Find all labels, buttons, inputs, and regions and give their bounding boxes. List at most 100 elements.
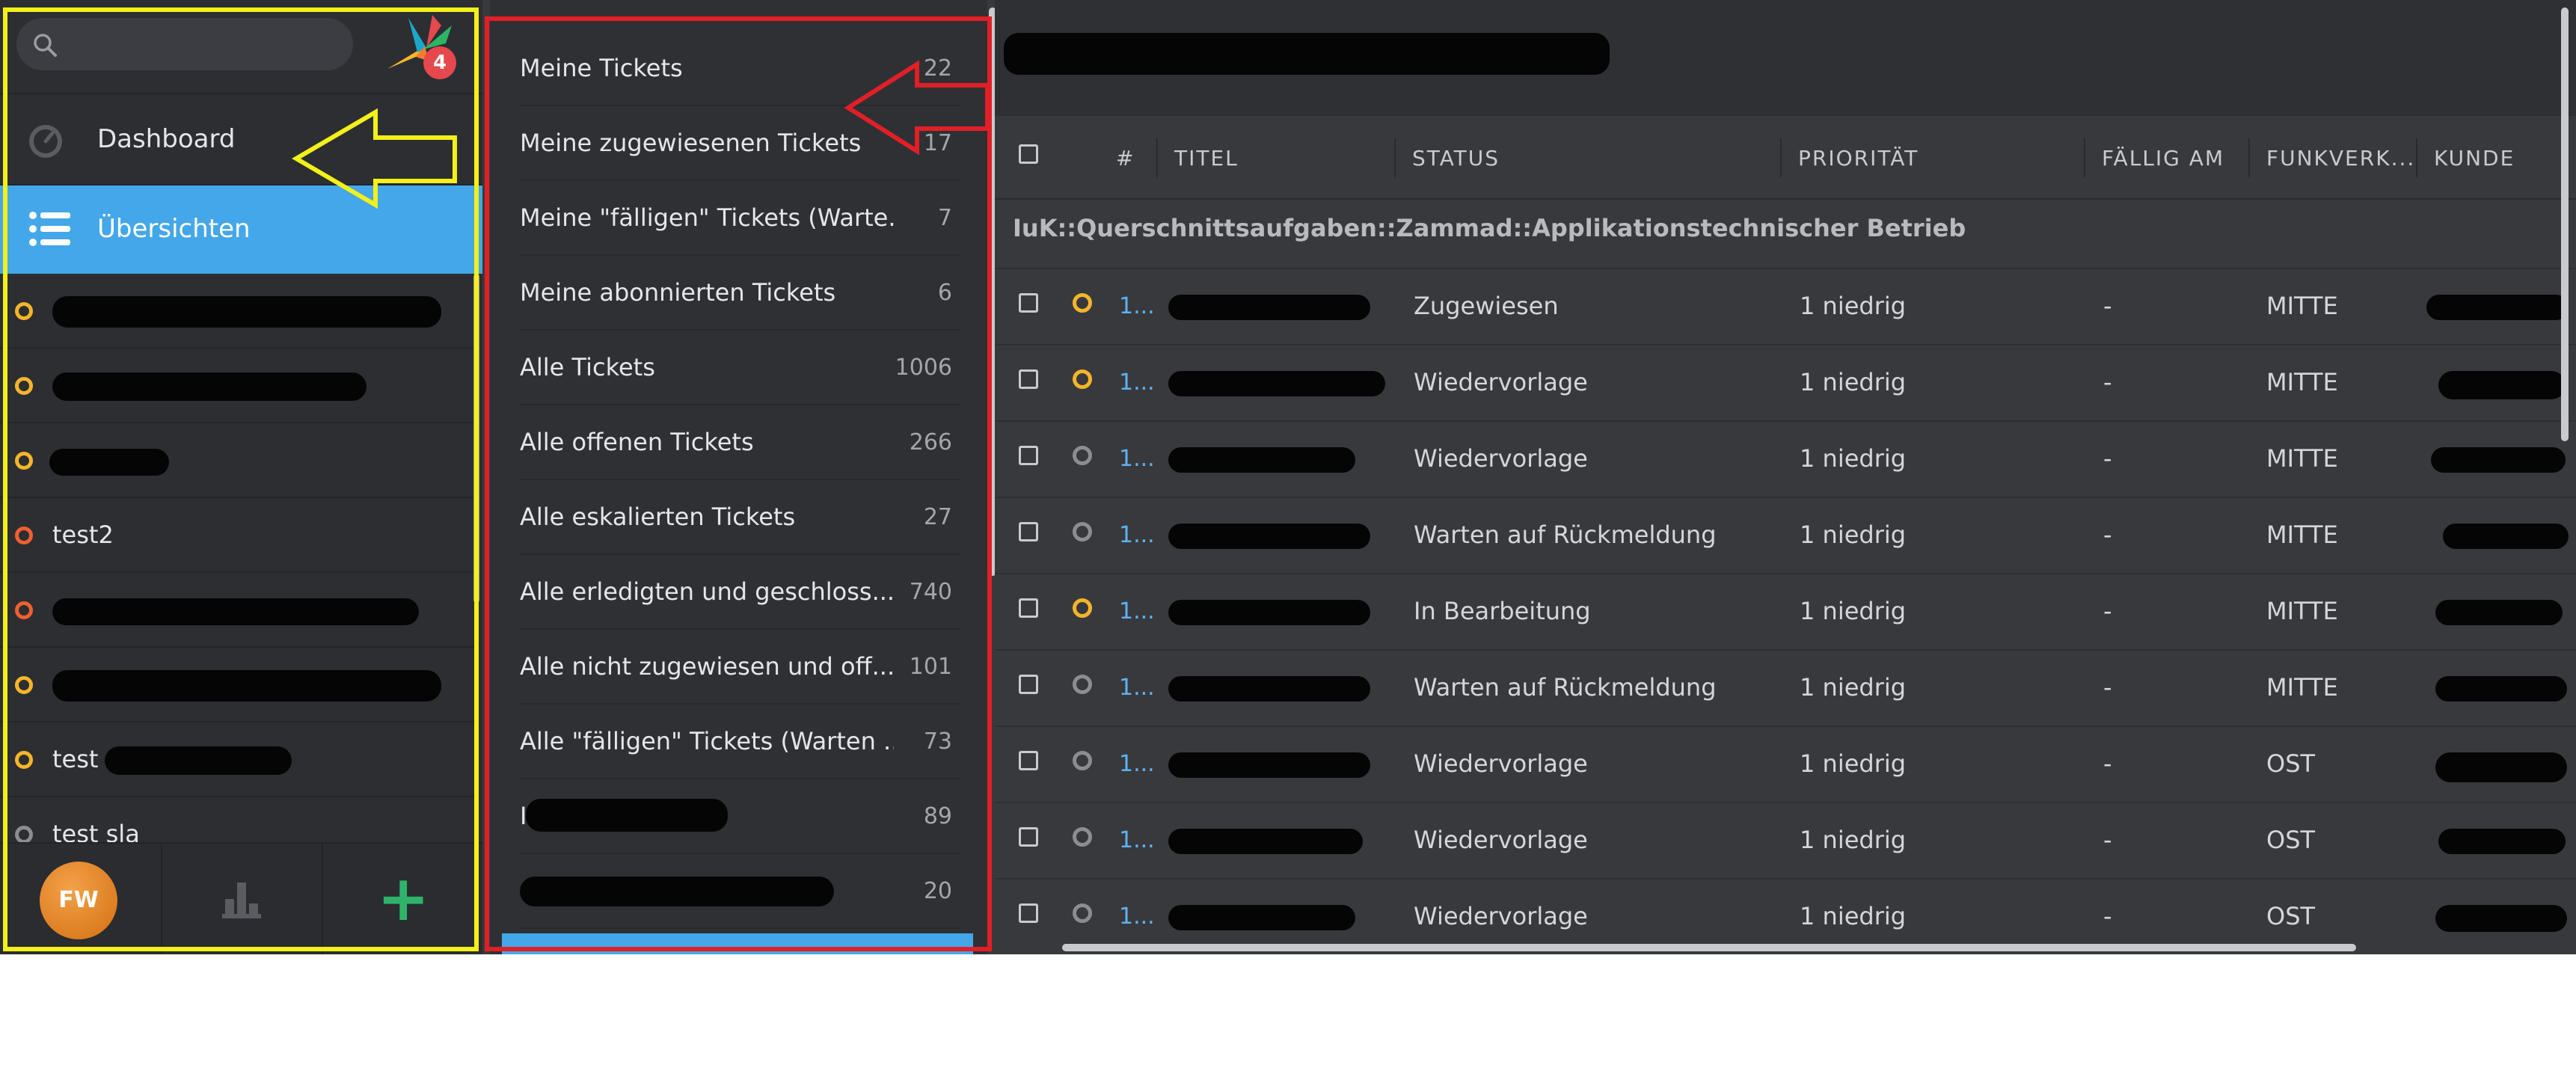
nav-item[interactable]: test2	[0, 498, 475, 573]
overview-item[interactable]: Meine abonnierten Tickets 6	[520, 256, 961, 331]
table-row[interactable]: 1... Wiedervorlage 1 niedrig - MITTE	[995, 420, 2576, 497]
column-separator[interactable]	[1780, 138, 1782, 177]
column-header-due[interactable]: FÄLLIG AM	[2102, 146, 2224, 171]
ticket-funk: OST	[2266, 902, 2316, 930]
column-separator[interactable]	[1394, 138, 1396, 177]
redaction-mark	[2438, 371, 2566, 399]
status-open-icon	[15, 377, 33, 395]
nav-overviews-label: Übersichten	[97, 214, 251, 244]
redaction-mark	[52, 670, 441, 702]
ticket-number[interactable]: 1...	[1119, 522, 1155, 548]
status-escalated-icon	[15, 527, 33, 544]
status-open-icon	[15, 302, 33, 320]
select-all-checkbox[interactable]	[1019, 144, 1038, 164]
row-checkbox[interactable]	[1019, 598, 1038, 618]
ticket-state-icon	[1073, 751, 1092, 770]
nav-item[interactable]: test sla	[0, 797, 475, 842]
left-scrollbar[interactable]	[473, 274, 479, 603]
status-closed-icon	[15, 826, 33, 842]
nav-item[interactable]	[0, 573, 475, 648]
overview-item[interactable]: Meine zugewiesenen Tickets 17	[520, 106, 961, 181]
overview-item[interactable]: Meine "fälligen" Tickets (Warte... 7	[520, 181, 961, 256]
row-checkbox[interactable]	[1019, 827, 1038, 847]
nav-item-label: test2	[52, 521, 114, 549]
redaction-mark	[2443, 524, 2569, 549]
column-header-funk[interactable]: FUNKVERK...	[2266, 146, 2415, 171]
ticket-state-icon	[1073, 598, 1092, 618]
ticket-number[interactable]: 1...	[1119, 675, 1155, 701]
table-row[interactable]: 1... Zugewiesen 1 niedrig - MITTE	[995, 268, 2576, 344]
nav-item[interactable]	[0, 274, 475, 349]
vertical-scrollbar-thumb[interactable]	[2561, 7, 2569, 441]
nav-bottom-bar: FW +	[0, 842, 482, 954]
overview-label: Meine abonnierten Tickets	[520, 278, 836, 307]
overview-active-item[interactable]	[502, 933, 973, 954]
redaction-mark	[1004, 33, 1610, 75]
table-row[interactable]: 1... Wiedervorlage 1 niedrig - MITTE	[995, 344, 2576, 420]
redaction-mark	[1168, 524, 1370, 549]
ticket-number[interactable]: 1...	[1119, 827, 1155, 853]
ticket-state-icon	[1073, 446, 1092, 465]
ticket-number[interactable]: 1...	[1119, 751, 1155, 777]
overview-item[interactable]: I 89	[520, 779, 961, 854]
overview-item[interactable]: Alle Tickets 1006	[520, 331, 961, 405]
ticket-number[interactable]: 1...	[1119, 598, 1155, 625]
nav-overviews[interactable]: Übersichten	[0, 185, 482, 274]
nav-dashboard-label: Dashboard	[97, 124, 236, 154]
redaction-mark	[1168, 905, 1355, 930]
row-checkbox[interactable]	[1019, 369, 1038, 389]
table-row[interactable]: 1... In Bearbeitung 1 niedrig - MITTE	[995, 573, 2576, 649]
horizontal-scrollbar-thumb[interactable]	[1062, 944, 2356, 951]
ticket-number[interactable]: 1...	[1119, 446, 1155, 472]
table-row[interactable]: 1... Wiedervorlage 1 niedrig - OST	[995, 802, 2576, 878]
column-header-priority[interactable]: PRIORITÄT	[1798, 146, 1919, 171]
ticket-due: -	[2103, 597, 2112, 625]
notification-badge[interactable]: 4	[423, 46, 456, 79]
overview-item[interactable]: Alle offenen Tickets 266	[520, 405, 961, 480]
row-checkbox[interactable]	[1019, 903, 1038, 923]
row-checkbox[interactable]	[1019, 751, 1038, 770]
nav-item[interactable]	[0, 349, 475, 423]
overview-item[interactable]: Alle erledigten und geschloss... 740	[520, 555, 961, 630]
nav-item[interactable]	[0, 648, 475, 722]
overview-item[interactable]: Meine Tickets 22	[520, 31, 961, 106]
redaction-mark	[1168, 295, 1370, 320]
overview-item[interactable]: Alle nicht zugewiesen und off... 101	[520, 630, 961, 705]
ticket-status: Wiedervorlage	[1414, 826, 1588, 854]
column-separator[interactable]	[2416, 138, 2417, 177]
column-header-number[interactable]: #	[1116, 146, 1135, 171]
nav-dashboard[interactable]: Dashboard	[0, 93, 482, 185]
ticket-number[interactable]: 1...	[1119, 903, 1155, 930]
overview-item[interactable]: Alle eskalierten Tickets 27	[520, 480, 961, 555]
column-separator[interactable]	[2084, 138, 2085, 177]
overview-item[interactable]: 20	[520, 854, 961, 929]
nav-item[interactable]: test	[0, 722, 475, 797]
redaction-mark	[2438, 829, 2566, 854]
nav-item[interactable]	[0, 423, 475, 498]
table-row[interactable]: 1... Warten auf Rückmeldung 1 niedrig - …	[995, 497, 2576, 573]
column-separator[interactable]	[2248, 138, 2250, 177]
overview-count: 22	[923, 55, 952, 82]
group-header: IuK::Querschnittsaufgaben::Zammad::Appli…	[1013, 214, 1966, 242]
table-row[interactable]: 1... Wiedervorlage 1 niedrig - OST	[995, 725, 2576, 802]
row-checkbox[interactable]	[1019, 446, 1038, 465]
row-checkbox[interactable]	[1019, 675, 1038, 694]
search-box[interactable]	[16, 18, 353, 70]
row-checkbox[interactable]	[1019, 522, 1038, 541]
redaction-mark	[2435, 752, 2567, 782]
search-input[interactable]	[73, 27, 343, 61]
column-separator[interactable]	[1156, 138, 1158, 177]
ticket-number[interactable]: 1...	[1119, 293, 1155, 319]
ticket-number[interactable]: 1...	[1119, 369, 1155, 396]
column-header-title[interactable]: TITEL	[1174, 146, 1239, 171]
stats-cell[interactable]	[161, 844, 322, 954]
overview-item[interactable]: Alle "fälligen" Tickets (Warten ... 73	[520, 705, 961, 779]
ticket-funk: MITTE	[2266, 368, 2338, 396]
table-row[interactable]: 1... Warten auf Rückmeldung 1 niedrig - …	[995, 649, 2576, 725]
user-avatar[interactable]: FW	[40, 862, 117, 939]
row-checkbox[interactable]	[1019, 293, 1038, 313]
add-button[interactable]: +	[377, 865, 429, 932]
column-header-customer[interactable]: KUNDE	[2434, 146, 2515, 171]
nav-item-label: test sla	[52, 820, 140, 842]
column-header-status[interactable]: STATUS	[1412, 146, 1500, 171]
